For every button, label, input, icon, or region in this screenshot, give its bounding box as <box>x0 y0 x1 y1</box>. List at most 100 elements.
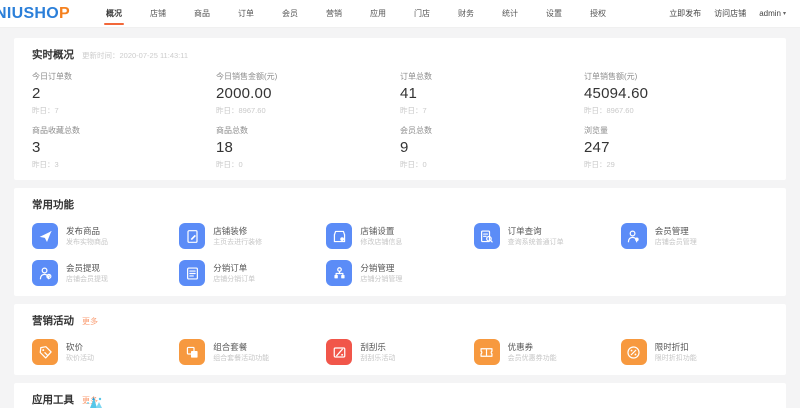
stat-label: 订单总数 <box>400 71 584 82</box>
section-title: 营销活动 <box>32 313 74 328</box>
feature-subtitle: 砍价活动 <box>66 354 94 363</box>
nav-tab-5[interactable]: 会员 <box>268 0 312 28</box>
feature-subtitle: 店铺会员管理 <box>655 238 697 247</box>
username: admin <box>759 9 781 18</box>
feature-item[interactable]: 店铺设置修改店铺信息 <box>326 223 473 249</box>
feature-item[interactable]: 砍价砍价活动 <box>32 339 179 365</box>
stat-cell: 今日订单数2昨日：7 <box>32 71 216 116</box>
nav-tab-9[interactable]: 财务 <box>444 0 488 28</box>
feature-title: 店铺设置 <box>360 226 402 236</box>
feature-title: 订单查询 <box>508 226 564 236</box>
feature-text: 分销订单店铺分销订单 <box>213 263 255 284</box>
feature-subtitle: 组合套餐活动功能 <box>213 354 269 363</box>
user-menu[interactable]: admin ▾ <box>759 9 786 18</box>
section-head: 常用功能 <box>32 197 768 212</box>
feature-item[interactable]: 刮刮乐刮刮乐活动 <box>326 339 473 365</box>
stat-cell: 订单总数41昨日：7 <box>400 71 584 116</box>
feature-text: 会员提现店铺会员提现 <box>66 263 108 284</box>
stat-yesterday: 昨日：8967.60 <box>216 105 400 116</box>
topbar-right: 立即发布 访问店铺 admin ▾ <box>669 8 786 19</box>
combo-layers-icon <box>179 339 205 365</box>
feature-item[interactable]: 分销管理店铺分销管理 <box>326 260 473 286</box>
percent-icon <box>621 339 647 365</box>
nav-tab-8[interactable]: 门店 <box>400 0 444 28</box>
stat-label: 今日订单数 <box>32 71 216 82</box>
feature-subtitle: 店铺会员提现 <box>66 275 108 284</box>
feature-text: 店铺设置修改店铺信息 <box>360 226 402 247</box>
stat-label: 订单销售额(元) <box>584 71 768 82</box>
stat-yesterday: 昨日：3 <box>32 159 216 170</box>
nav-tab-6[interactable]: 营销 <box>312 0 356 28</box>
feature-subtitle: 会员优惠券功能 <box>508 354 557 363</box>
nav-tab-7[interactable]: 应用 <box>356 0 400 28</box>
feature-item[interactable]: 会员管理店铺会员管理 <box>621 223 768 249</box>
stat-value: 9 <box>400 139 584 156</box>
feature-item[interactable]: 发布商品发布实物商品 <box>32 223 179 249</box>
realtime-overview-card: 实时概况 更新时间：2020-07-25 11:43:11 今日订单数 2 昨日：7… <box>14 38 786 180</box>
stat-label: 今日销售金额(元) <box>216 71 400 82</box>
nav-tab-3[interactable]: 商品 <box>180 0 224 28</box>
price-tag-icon <box>32 339 58 365</box>
stat-yesterday: 昨日：8967.60 <box>584 105 768 116</box>
nav-tab-4[interactable]: 订单 <box>224 0 268 28</box>
feature-item[interactable]: 限时折扣限时折扣功能 <box>621 339 768 365</box>
section-cards: 常用功能发布商品发布实物商品 店铺装修主页去进行装修 店铺设置修改店铺信息 订单查询查… <box>0 188 800 408</box>
stat-yesterday: 昨日：0 <box>216 159 400 170</box>
nav-tab-12[interactable]: 授权 <box>576 0 620 28</box>
app-logo[interactable]: NIUSHOP <box>0 5 70 23</box>
overview-title: 实时概况 <box>32 47 74 62</box>
stat-value: 2 <box>32 85 216 102</box>
feature-subtitle: 刮刮乐活动 <box>360 354 395 363</box>
stat-cell: 浏览量247昨日：29 <box>584 125 768 170</box>
feature-item[interactable]: 会员提现店铺会员提现 <box>32 260 179 286</box>
stat-cell: 商品总数18昨日：0 <box>216 125 400 170</box>
feature-text: 发布商品发布实物商品 <box>66 226 108 247</box>
stats-grid: 今日订单数2昨日：7今日销售金额(元)2000.00昨日：8967.60订单总数… <box>32 71 768 170</box>
logo-text-orange: P <box>59 5 70 22</box>
stat-value: 18 <box>216 139 400 156</box>
feature-item[interactable]: 订单查询查询系统普通订单 <box>474 223 621 249</box>
stat-cell: 订单销售额(元) 45094.60 昨日：8967.60 <box>584 71 768 116</box>
overview-card-head: 实时概况 更新时间：2020-07-25 11:43:11 <box>32 47 768 62</box>
nav-tab-1[interactable]: 概况 <box>92 0 136 28</box>
stat-label: 会员总数 <box>400 125 584 136</box>
visit-store-link[interactable]: 访问店铺 <box>714 8 746 19</box>
scratch-card-icon <box>326 339 352 365</box>
stat-yesterday: 昨日：29 <box>584 159 768 170</box>
feature-item[interactable]: 店铺装修主页去进行装修 <box>179 223 326 249</box>
nav-tab-10[interactable]: 统计 <box>488 0 532 28</box>
feature-subtitle: 限时折扣功能 <box>655 354 697 363</box>
stat-value: 45094.60 <box>584 85 768 102</box>
feature-subtitle: 修改店铺信息 <box>360 238 402 247</box>
floating-decoration-icon <box>84 394 110 408</box>
feature-subtitle: 查询系统普通订单 <box>508 238 564 247</box>
section-head: 应用工具更多 <box>32 392 768 407</box>
feature-item[interactable]: 优惠券会员优惠券功能 <box>474 339 621 365</box>
section-card: 营销活动更多砍价砍价活动 组合套餐组合套餐活动功能 刮刮乐刮刮乐活动 优惠券会员优惠券… <box>14 304 786 375</box>
stat-cell: 会员总数9昨日：0 <box>400 125 584 170</box>
feature-text: 刮刮乐刮刮乐活动 <box>360 342 395 363</box>
stat-yesterday: 昨日：7 <box>400 105 584 116</box>
feature-text: 会员管理店铺会员管理 <box>655 226 697 247</box>
section-card: 常用功能发布商品发布实物商品 店铺装修主页去进行装修 店铺设置修改店铺信息 订单查询查… <box>14 188 786 296</box>
coupon-icon <box>474 339 500 365</box>
items-grid: 砍价砍价活动组合套餐组合套餐活动功能刮刮乐刮刮乐活动优惠券会员优惠券功能限时折扣… <box>32 339 768 365</box>
org-chart-icon <box>326 260 352 286</box>
feature-text: 砍价砍价活动 <box>66 342 94 363</box>
items-grid: 发布商品发布实物商品 店铺装修主页去进行装修 店铺设置修改店铺信息 订单查询查询系统普… <box>32 223 768 286</box>
feature-subtitle: 发布实物商品 <box>66 238 108 247</box>
feature-title: 分销订单 <box>213 263 255 273</box>
nav-tab-2[interactable]: 店铺 <box>136 0 180 28</box>
feature-title: 会员管理 <box>655 226 697 236</box>
stat-label: 浏览量 <box>584 125 768 136</box>
feature-title: 店铺装修 <box>213 226 262 236</box>
member-withdraw-icon <box>32 260 58 286</box>
nav-tab-11[interactable]: 设置 <box>532 0 576 28</box>
publish-now-link[interactable]: 立即发布 <box>669 8 701 19</box>
stat-value: 2000.00 <box>216 85 400 102</box>
stat-cell: 今日销售金额(元) 2000.00 昨日：8967.60 <box>216 71 400 116</box>
feature-item[interactable]: 分销订单店铺分销订单 <box>179 260 326 286</box>
feature-item[interactable]: 组合套餐组合套餐活动功能 <box>179 339 326 365</box>
feature-title: 刮刮乐 <box>360 342 395 352</box>
more-link[interactable]: 更多 <box>82 316 98 327</box>
